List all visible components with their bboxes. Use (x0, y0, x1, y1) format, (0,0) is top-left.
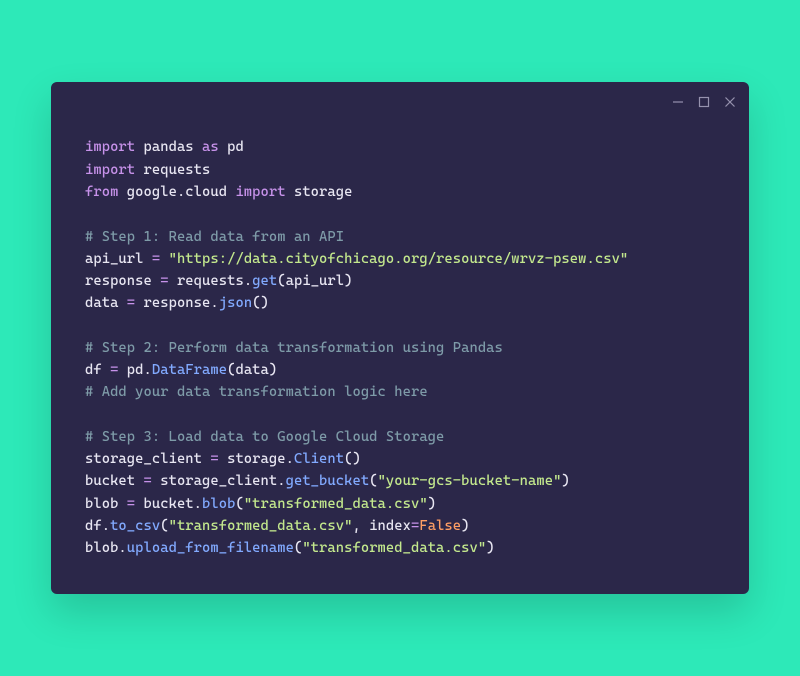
line-2: import requests (85, 162, 210, 178)
line-17: blob = bucket.blob("transformed_data.csv… (85, 496, 436, 512)
line-16: bucket = storage_client.get_bucket("your… (85, 473, 570, 489)
line-10: # Step 2: Perform data transformation us… (85, 340, 503, 356)
line-12: # Add your data transformation logic her… (85, 384, 428, 400)
maximize-icon[interactable] (697, 95, 711, 109)
line-14: # Step 3: Load data to Google Cloud Stor… (85, 429, 444, 445)
minimize-icon[interactable] (671, 95, 685, 109)
line-8: data = response.json() (85, 295, 269, 311)
window-titlebar (51, 82, 749, 118)
line-11: df = pd.DataFrame(data) (85, 362, 277, 378)
line-7: response = requests.get(api_url) (85, 273, 353, 289)
line-18: df.to_csv("transformed_data.csv", index=… (85, 518, 470, 534)
close-icon[interactable] (723, 95, 737, 109)
code-window: import pandas as pd import requests from… (51, 82, 749, 593)
line-5: # Step 1: Read data from an API (85, 229, 344, 245)
code-editor[interactable]: import pandas as pd import requests from… (51, 118, 749, 593)
line-19: blob.upload_from_filename("transformed_d… (85, 540, 495, 556)
line-3: from google.cloud import storage (85, 184, 352, 200)
line-6: api_url = "https://data.cityofchicago.or… (85, 251, 628, 267)
line-15: storage_client = storage.Client() (85, 451, 361, 467)
line-1: import pandas as pd (85, 139, 244, 155)
